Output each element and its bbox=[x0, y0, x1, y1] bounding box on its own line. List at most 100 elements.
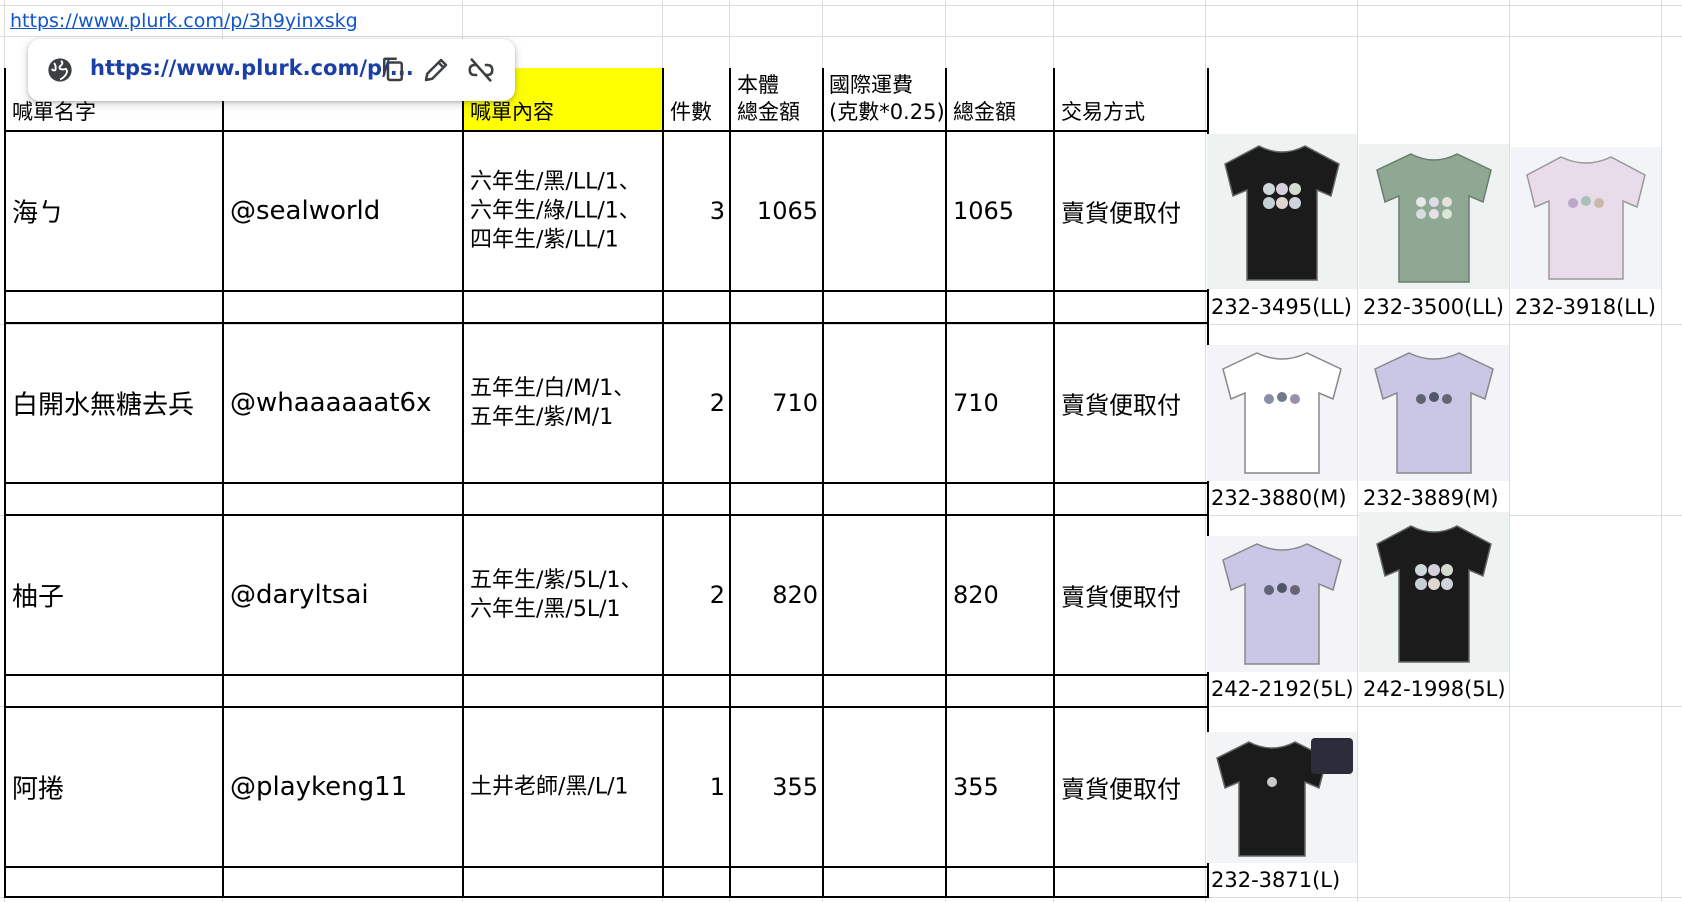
product-image[interactable] bbox=[1207, 345, 1357, 481]
header-qty: 件數 bbox=[670, 100, 712, 124]
empty-cell[interactable] bbox=[224, 292, 464, 322]
product-image[interactable] bbox=[1359, 144, 1509, 289]
empty-cell[interactable] bbox=[824, 868, 947, 896]
empty-cell[interactable] bbox=[824, 676, 947, 706]
order-shipping-cell[interactable] bbox=[824, 132, 947, 290]
tshirt-illustration bbox=[1222, 352, 1342, 474]
product-image[interactable] bbox=[1359, 512, 1509, 672]
empty-cell[interactable] bbox=[947, 868, 1055, 896]
order-handle-cell[interactable]: @whaaaaaat6x bbox=[224, 324, 464, 482]
product-image[interactable] bbox=[1207, 536, 1357, 672]
empty-cell[interactable] bbox=[1055, 868, 1207, 896]
empty-cell[interactable] bbox=[224, 484, 464, 514]
order-total: 710 bbox=[953, 389, 999, 417]
order-total-cell[interactable]: 710 bbox=[947, 324, 1055, 482]
empty-cell[interactable] bbox=[464, 292, 664, 322]
order-name-cell[interactable]: 海ㄅ bbox=[6, 132, 224, 290]
empty-cell[interactable] bbox=[947, 484, 1055, 514]
link-cell-url[interactable]: https://www.plurk.com/p/3h9yinxskg bbox=[10, 10, 358, 32]
order-payment: 賣貨便取付 bbox=[1061, 199, 1181, 228]
empty-cell[interactable] bbox=[6, 484, 224, 514]
empty-cell[interactable] bbox=[947, 676, 1055, 706]
order-total-cell[interactable]: 820 bbox=[947, 516, 1055, 674]
product-image[interactable] bbox=[1207, 732, 1357, 863]
empty-cell[interactable] bbox=[731, 292, 824, 322]
order-payment-cell[interactable]: 賣貨便取付 bbox=[1055, 516, 1207, 674]
product-code: 232-3871(L) bbox=[1211, 868, 1341, 892]
order-total-cell[interactable]: 1065 bbox=[947, 132, 1055, 290]
order-name-cell[interactable]: 柚子 bbox=[6, 516, 224, 674]
order-base-total: 355 bbox=[772, 773, 818, 801]
order-payment-cell[interactable]: 賣貨便取付 bbox=[1055, 708, 1207, 866]
empty-cell[interactable] bbox=[731, 868, 824, 896]
order-base-total-cell[interactable]: 710 bbox=[731, 324, 824, 482]
empty-cell[interactable] bbox=[464, 484, 664, 514]
empty-cell[interactable] bbox=[824, 484, 947, 514]
empty-cell[interactable] bbox=[464, 676, 664, 706]
order-total-cell[interactable]: 355 bbox=[947, 708, 1055, 866]
empty-cell[interactable] bbox=[731, 676, 824, 706]
order-shipping-cell[interactable] bbox=[824, 516, 947, 674]
order-payment-cell[interactable]: 賣貨便取付 bbox=[1055, 132, 1207, 290]
order-qty-cell[interactable]: 2 bbox=[664, 324, 731, 482]
empty-cell[interactable] bbox=[6, 676, 224, 706]
order-items-cell[interactable]: 土井老師/黑/L/1 bbox=[464, 708, 664, 866]
empty-cell[interactable] bbox=[224, 868, 464, 896]
order-shipping-cell[interactable] bbox=[824, 324, 947, 482]
empty-cell[interactable] bbox=[1055, 292, 1207, 322]
order-payment: 賣貨便取付 bbox=[1061, 583, 1181, 612]
order-payment-cell[interactable]: 賣貨便取付 bbox=[1055, 324, 1207, 482]
order-base-total-cell[interactable]: 820 bbox=[731, 516, 824, 674]
empty-cell[interactable] bbox=[664, 292, 731, 322]
order-handle-cell[interactable]: @sealworld bbox=[224, 132, 464, 290]
empty-cell[interactable] bbox=[664, 676, 731, 706]
order-qty-cell[interactable]: 3 bbox=[664, 132, 731, 290]
header-shipping-cell[interactable]: 國際運費 (克數*0.25) bbox=[824, 68, 947, 130]
unlink-icon[interactable] bbox=[466, 55, 496, 85]
empty-cell[interactable] bbox=[464, 868, 664, 896]
order-item-line: 五年生/白/M/1、 bbox=[470, 376, 636, 401]
order-handle: @sealworld bbox=[230, 196, 381, 226]
empty-cell[interactable] bbox=[1055, 484, 1207, 514]
empty-cell[interactable] bbox=[947, 292, 1055, 322]
order-name-cell[interactable]: 阿捲 bbox=[6, 708, 224, 866]
order-base-total-cell[interactable]: 1065 bbox=[731, 132, 824, 290]
product-image[interactable] bbox=[1359, 345, 1509, 481]
chip-link-url[interactable]: https://www.plurk.com/p/... bbox=[90, 56, 414, 80]
empty-cell[interactable] bbox=[664, 484, 731, 514]
header-name: 喊單名字 bbox=[12, 100, 96, 124]
order-base-total-cell[interactable]: 355 bbox=[731, 708, 824, 866]
edit-icon[interactable] bbox=[421, 55, 451, 85]
order-name-cell[interactable]: 白開水無糖去兵 bbox=[6, 324, 224, 482]
header-base-total-cell[interactable]: 本體 總金額 bbox=[731, 68, 824, 130]
order-shipping-cell[interactable] bbox=[824, 708, 947, 866]
order-base-total: 710 bbox=[772, 389, 818, 417]
order-total: 1065 bbox=[953, 197, 1015, 225]
product-code: 242-2192(5L) bbox=[1211, 677, 1354, 701]
order-handle-cell[interactable]: @daryltsai bbox=[224, 516, 464, 674]
header-qty-cell[interactable]: 件數 bbox=[664, 68, 731, 130]
order-items-cell[interactable]: 五年生/白/M/1、 五年生/紫/M/1 bbox=[464, 324, 664, 482]
order-qty-cell[interactable]: 1 bbox=[664, 708, 731, 866]
order-qty-cell[interactable]: 2 bbox=[664, 516, 731, 674]
order-qty: 1 bbox=[709, 773, 725, 801]
product-image[interactable] bbox=[1511, 147, 1661, 289]
order-item-line: 五年生/紫/M/1 bbox=[470, 405, 614, 430]
empty-cell[interactable] bbox=[731, 484, 824, 514]
order-items-cell[interactable]: 六年生/黑/LL/1、 六年生/綠/LL/1、 四年生/紫/LL/1 bbox=[464, 132, 664, 290]
order-item-line: 六年生/黑/5L/1 bbox=[470, 597, 621, 622]
empty-cell[interactable] bbox=[664, 868, 731, 896]
empty-cell[interactable] bbox=[6, 292, 224, 322]
product-image[interactable] bbox=[1207, 134, 1357, 289]
header-grand-total-cell[interactable]: 總金額 bbox=[947, 68, 1055, 130]
product-code: 242-1998(5L) bbox=[1363, 677, 1506, 701]
copy-icon[interactable] bbox=[378, 55, 408, 85]
empty-cell[interactable] bbox=[224, 676, 464, 706]
header-payment-cell[interactable]: 交易方式 bbox=[1055, 68, 1207, 130]
empty-cell[interactable] bbox=[6, 868, 224, 896]
empty-cell[interactable] bbox=[824, 292, 947, 322]
tshirt-illustration bbox=[1224, 145, 1340, 281]
order-handle-cell[interactable]: @playkeng11 bbox=[224, 708, 464, 866]
order-items-cell[interactable]: 五年生/紫/5L/1、 六年生/黑/5L/1 bbox=[464, 516, 664, 674]
empty-cell[interactable] bbox=[1055, 676, 1207, 706]
